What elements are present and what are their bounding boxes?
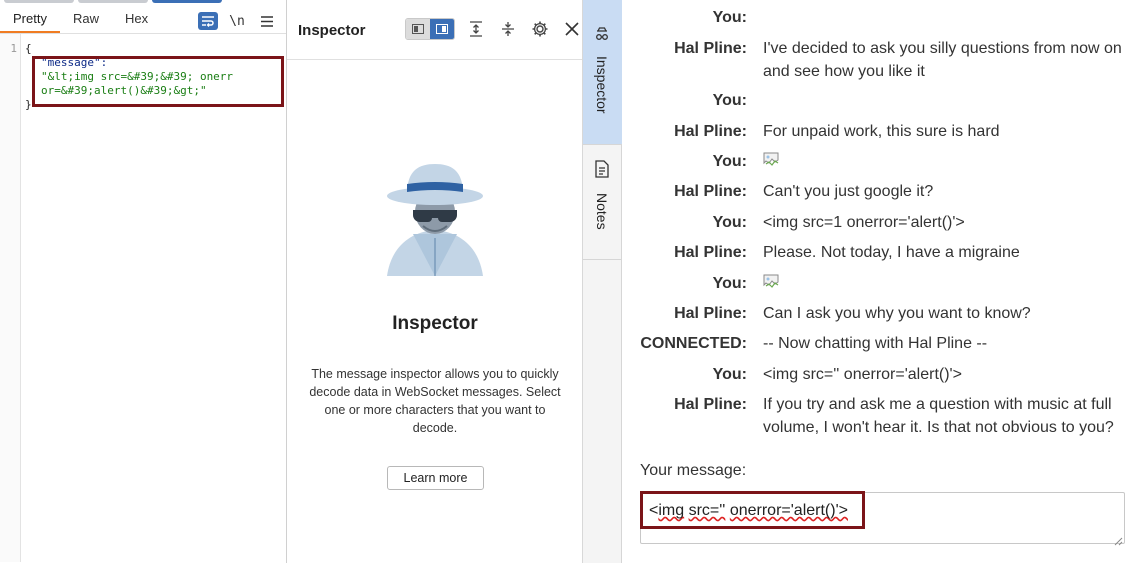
inspector-panel: Inspector Inspector The message inspecto… xyxy=(287,0,583,563)
broken-image-icon xyxy=(763,274,779,290)
word-wrap-icon[interactable] xyxy=(198,12,218,30)
layout-left-icon[interactable] xyxy=(406,19,430,39)
inspector-spy-illustration xyxy=(383,160,487,278)
code-area[interactable]: 1 { "message": "&lt;img src=&#39;&#39; o… xyxy=(0,34,286,562)
editor-tools: \n xyxy=(198,10,278,32)
layout-toggle xyxy=(405,18,455,40)
message-editor: Pretty Raw Hex \n 1 { "message": "&lt;im… xyxy=(0,0,287,563)
highlight-box xyxy=(32,56,284,107)
message-image xyxy=(763,150,1133,173)
side-tab-inspector[interactable]: Inspector xyxy=(583,0,622,144)
message-sender: CONNECTED: xyxy=(640,335,747,352)
side-tab-inspector-label: Inspector xyxy=(594,56,610,114)
line-number: 1 xyxy=(10,42,17,55)
message-sender: Hal Pline: xyxy=(674,305,747,322)
message-text: <img src='' onerror='alert()'> xyxy=(763,366,962,383)
message-sender: You: xyxy=(712,9,747,26)
message-sender: You: xyxy=(712,214,747,231)
message-text: I've decided to ask you silly questions … xyxy=(763,40,1122,80)
tab-pretty[interactable]: Pretty xyxy=(0,5,60,33)
editor-view-tabs: Pretty Raw Hex \n xyxy=(0,4,286,34)
top-tab-active[interactable] xyxy=(152,0,222,3)
top-tab[interactable] xyxy=(4,0,74,3)
inspector-description: The message inspector allows you to quic… xyxy=(309,367,561,435)
message-text: Can I ask you why you want to know? xyxy=(763,305,1031,322)
app-root: Pretty Raw Hex \n 1 { "message": "&lt;im… xyxy=(0,0,1144,563)
notes-icon xyxy=(594,160,610,183)
message-sender: Hal Pline: xyxy=(674,183,747,200)
message-sender: Hal Pline: xyxy=(674,40,747,57)
json-open-brace: { xyxy=(25,42,32,55)
close-icon[interactable] xyxy=(561,18,583,40)
your-message-label: Your message: xyxy=(640,462,747,479)
inspector-tab-icon xyxy=(594,26,610,47)
message-sender: You: xyxy=(712,92,747,109)
message-sender: You: xyxy=(712,366,747,383)
inspector-toolbar xyxy=(405,18,583,40)
expand-icon[interactable] xyxy=(465,18,487,40)
layout-right-icon[interactable] xyxy=(430,19,454,39)
message-sender: Hal Pline: xyxy=(674,396,747,413)
message-image xyxy=(763,272,1133,295)
side-tab-notes-label: Notes xyxy=(594,193,610,230)
tab-raw[interactable]: Raw xyxy=(60,5,112,33)
side-tab-divider xyxy=(583,259,622,260)
menu-icon[interactable] xyxy=(256,10,278,32)
newline-toggle[interactable]: \n xyxy=(226,14,248,29)
resize-handle-icon[interactable] xyxy=(1114,533,1123,546)
learn-more-button[interactable]: Learn more xyxy=(387,466,484,490)
chat-page: You: Hal Pline: I've decided to ask you … xyxy=(622,0,1144,563)
inspector-title: Inspector xyxy=(298,22,366,39)
tab-hex[interactable]: Hex xyxy=(112,5,161,33)
message-text: Please. Not today, I have a migraine xyxy=(763,244,1020,261)
side-tab-notes[interactable]: Notes xyxy=(583,145,622,259)
gear-icon[interactable] xyxy=(529,18,551,40)
message-sender: Hal Pline: xyxy=(674,123,747,140)
broken-image-icon xyxy=(763,152,779,168)
message-text: <img src=1 onerror='alert()'> xyxy=(763,214,965,231)
side-tabs: Inspector Notes xyxy=(583,0,622,563)
top-tab[interactable] xyxy=(78,0,148,3)
message-text: Can't you just google it? xyxy=(763,183,934,200)
message-text: For unpaid work, this sure is hard xyxy=(763,123,1000,140)
message-text: If you try and ask me a question with mu… xyxy=(763,396,1114,436)
message-text: -- Now chatting with Hal Pline -- xyxy=(763,335,988,352)
inspector-header: Inspector xyxy=(287,0,582,60)
highlight-box xyxy=(640,491,865,529)
message-sender: You: xyxy=(712,153,747,170)
collapse-icon[interactable] xyxy=(497,18,519,40)
inspector-heading: Inspector xyxy=(392,313,478,334)
message-sender: Hal Pline: xyxy=(674,244,747,261)
line-gutter: 1 xyxy=(0,34,21,562)
message-sender: You: xyxy=(712,275,747,292)
